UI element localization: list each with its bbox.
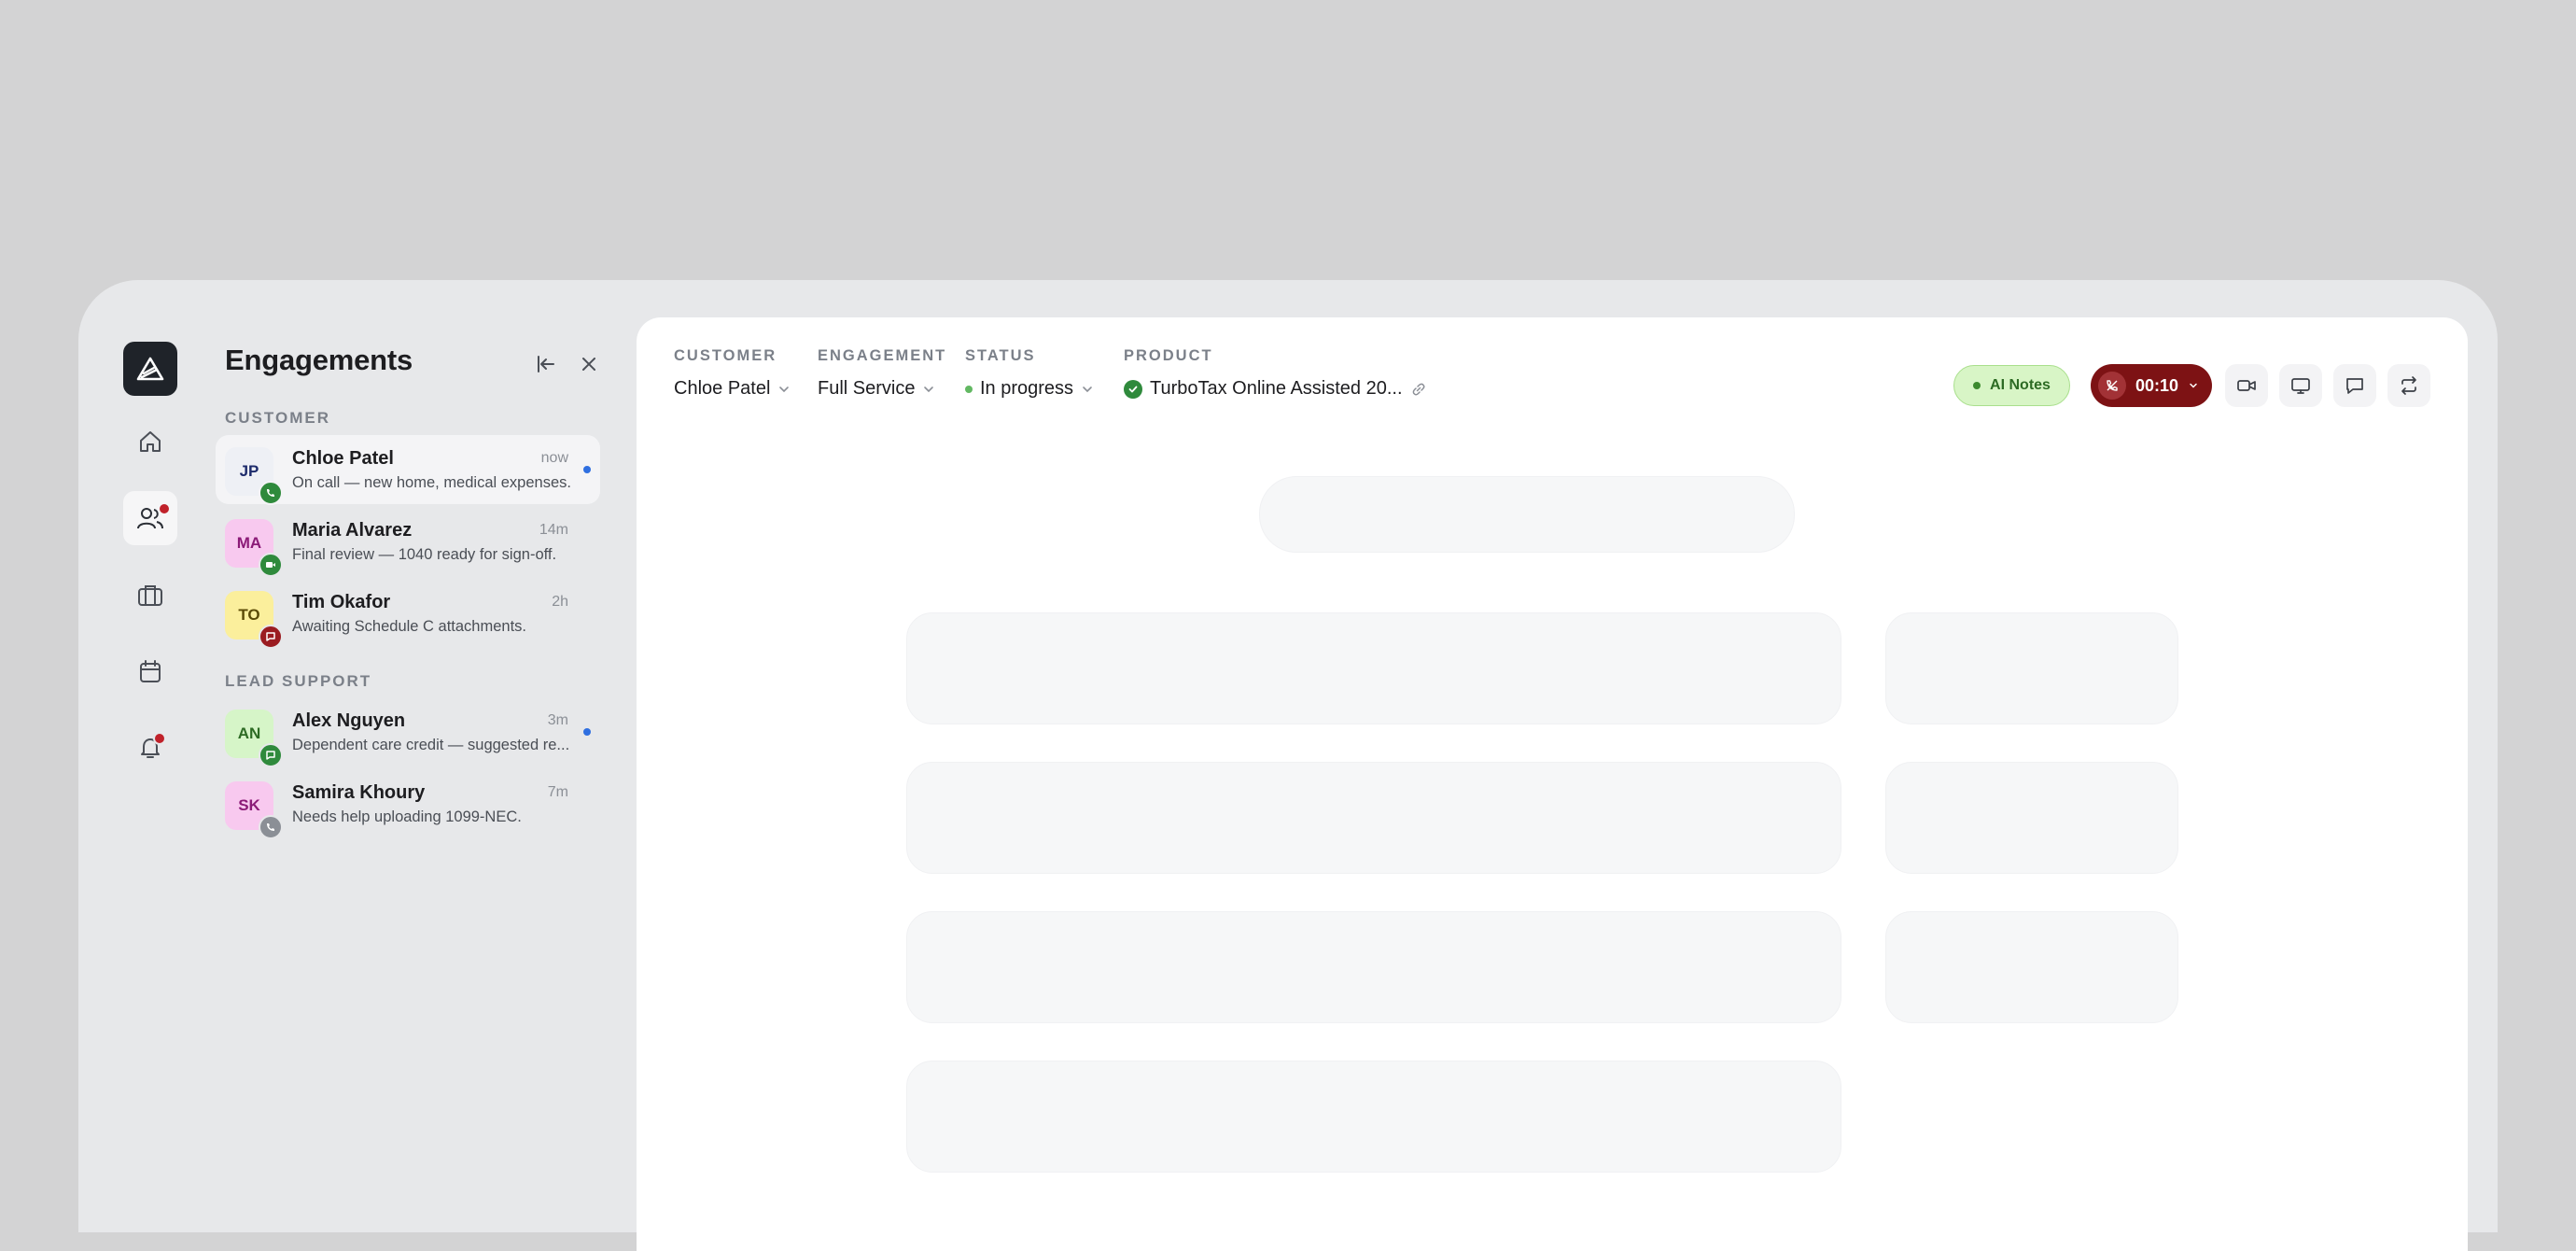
- item-name: Alex Nguyen: [292, 710, 406, 731]
- status-field: STATUS In progress: [965, 347, 1094, 400]
- phone-channel-icon: [259, 815, 283, 839]
- engagement-item-tim-okafor[interactable]: TO Tim Okafor Awaiting Schedule C attach…: [216, 579, 600, 649]
- item-preview: Needs help uploading 1099-NEC.: [292, 808, 522, 825]
- toolbar: AI Notes 00:10: [1953, 364, 2430, 407]
- phone-icon: [2097, 372, 2126, 400]
- skeleton-row: [906, 612, 1841, 724]
- nav-cases[interactable]: [123, 568, 177, 622]
- engagement-item-chloe-patel[interactable]: JP Chloe Patel On call — new home, medic…: [216, 435, 600, 505]
- skeleton-row: [906, 762, 1841, 874]
- notification-dot: [153, 732, 166, 745]
- product-value-row[interactable]: TurboTax Online Assisted 20...: [1124, 378, 1427, 400]
- chat-channel-icon: [259, 625, 283, 649]
- message-icon: [2346, 378, 2363, 394]
- video-icon: [2237, 380, 2256, 391]
- collapse-left-icon: [538, 356, 554, 372]
- item-name: Samira Khoury: [292, 782, 426, 803]
- screen-share-button[interactable]: [2279, 364, 2322, 407]
- logo-icon: [136, 357, 164, 381]
- nav-calendar[interactable]: [123, 644, 177, 698]
- video-channel-icon: [259, 553, 283, 577]
- calendar-icon: [140, 660, 161, 682]
- engagement-select[interactable]: Full Service: [818, 378, 946, 400]
- item-time: 14m: [539, 522, 568, 538]
- panel-title: Engagements: [225, 344, 413, 376]
- nav-engagements[interactable]: [123, 491, 177, 545]
- app-window: Engagements CUSTOMER JP Chloe Patel On c…: [78, 280, 2498, 1251]
- engagement-item-maria-alvarez[interactable]: MA Maria Alvarez Final review — 1040 rea…: [216, 507, 600, 577]
- field-label: PRODUCT: [1124, 347, 1213, 364]
- monitor-icon: [2291, 378, 2310, 394]
- status-value: In progress: [980, 378, 1074, 399]
- nav-notifications[interactable]: [123, 721, 177, 775]
- engagement-item-samira-khoury[interactable]: SK Samira Khoury Needs help uploading 10…: [216, 769, 600, 839]
- skeleton-row: [906, 911, 1841, 1023]
- section-label-customer: CUSTOMER: [225, 409, 330, 427]
- skeleton-row: [906, 1061, 1841, 1173]
- chat-channel-icon: [259, 743, 283, 767]
- customer-value: Chloe Patel: [674, 378, 771, 399]
- item-preview: Final review — 1040 ready for sign-off.: [292, 546, 557, 563]
- engagement-value: Full Service: [818, 378, 916, 399]
- skeleton-side: [1885, 911, 2178, 1023]
- item-preview: Awaiting Schedule C attachments.: [292, 618, 527, 635]
- home-icon: [140, 431, 161, 452]
- item-time: 2h: [552, 594, 568, 610]
- item-time: 3m: [547, 712, 568, 728]
- link-icon[interactable]: [1410, 381, 1427, 398]
- nav-home[interactable]: [123, 415, 177, 469]
- product-value: TurboTax Online Assisted 20...: [1150, 378, 1403, 399]
- nav-rail: [123, 342, 177, 775]
- skeleton-header: [1259, 476, 1795, 553]
- customer-field: CUSTOMER Chloe Patel: [674, 347, 791, 400]
- status-select[interactable]: In progress: [965, 378, 1094, 400]
- call-control-button[interactable]: 00:10: [2090, 364, 2212, 407]
- ai-status-dot: [1973, 382, 1981, 389]
- briefcase-icon: [138, 585, 162, 606]
- close-panel-button[interactable]: [578, 353, 600, 375]
- field-label: STATUS: [965, 347, 1036, 364]
- chevron-down-icon: [924, 386, 934, 392]
- item-preview: Dependent care credit — suggested re...: [292, 737, 570, 753]
- unread-dot: [583, 466, 591, 473]
- notification-dot: [158, 502, 171, 515]
- chat-button[interactable]: [2333, 364, 2376, 407]
- transfer-button[interactable]: [2387, 364, 2430, 407]
- item-time: now: [540, 450, 568, 466]
- customer-select[interactable]: Chloe Patel: [674, 378, 791, 400]
- logo[interactable]: [123, 342, 177, 396]
- engagement-field: ENGAGEMENT Full Service: [818, 347, 946, 400]
- item-preview: On call — new home, medical expenses.: [292, 474, 571, 491]
- field-label: ENGAGEMENT: [818, 347, 947, 364]
- ai-notes-label: AI Notes: [1990, 377, 2051, 393]
- item-time: 7m: [547, 784, 568, 800]
- phone-channel-icon: [259, 481, 283, 505]
- video-button[interactable]: [2225, 364, 2268, 407]
- chevron-down-icon: [2190, 383, 2197, 388]
- skeleton-side: [1885, 612, 2178, 724]
- item-name: Maria Alvarez: [292, 520, 413, 541]
- status-dot: [965, 385, 973, 393]
- transfer-icon: [2401, 376, 2416, 395]
- collapse-panel-button[interactable]: [535, 353, 557, 375]
- ai-notes-button[interactable]: AI Notes: [1953, 365, 2070, 406]
- product-field: PRODUCT TurboTax Online Assisted 20...: [1124, 347, 1427, 400]
- engagement-detail: CUSTOMER Chloe Patel ENGAGEMENT Full Ser…: [637, 317, 2468, 1251]
- skeleton-side: [1885, 762, 2178, 874]
- item-name: Tim Okafor: [292, 592, 391, 612]
- engagement-item-alex-nguyen[interactable]: AN Alex Nguyen Dependent care credit — s…: [216, 697, 600, 767]
- unread-dot: [583, 728, 591, 736]
- field-label: CUSTOMER: [674, 347, 777, 364]
- check-icon: [1124, 379, 1142, 399]
- chevron-down-icon: [1083, 386, 1092, 392]
- chevron-down-icon: [779, 386, 790, 392]
- close-icon: [582, 358, 595, 371]
- section-label-lead-support: LEAD SUPPORT: [225, 672, 372, 690]
- call-timer: 00:10: [2135, 375, 2178, 395]
- item-name: Chloe Patel: [292, 448, 394, 469]
